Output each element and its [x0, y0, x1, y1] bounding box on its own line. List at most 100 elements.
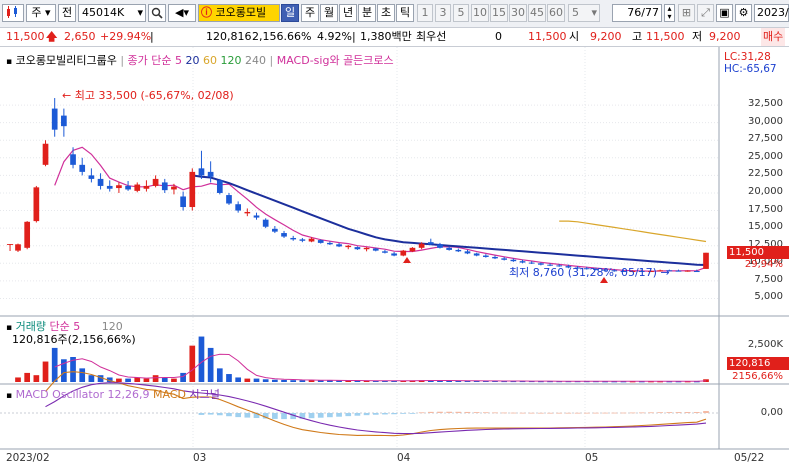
macd-oscillator-bar	[528, 412, 535, 414]
price-change: 2,650	[64, 30, 96, 43]
volume-bar	[253, 378, 260, 382]
market-mode-button[interactable]: 전	[58, 4, 76, 22]
legend-separator: |	[269, 54, 274, 67]
macd-oscillator-bar	[207, 413, 214, 415]
price-y-tick: 7,500	[754, 273, 783, 285]
legend-separator: |	[120, 54, 125, 67]
macd-oscillator-bar	[455, 411, 462, 413]
date-label: 03	[193, 452, 207, 464]
search-icon[interactable]	[148, 4, 166, 22]
ma-legend-label: 종가 단순	[127, 54, 172, 67]
compare-chart-icon[interactable]: ⤢	[697, 4, 714, 22]
interval-5-button[interactable]: 5	[453, 4, 469, 22]
price-y-tick: 32,500	[748, 98, 783, 110]
candle-body	[446, 247, 452, 250]
candle-body	[363, 247, 370, 250]
page-stepper[interactable]: ▴ ▾	[664, 4, 675, 22]
separator: |	[352, 30, 356, 43]
period-second-button[interactable]: 초	[377, 4, 395, 22]
volume-bar	[42, 361, 49, 382]
candle-body	[675, 270, 682, 272]
period-daily-button[interactable]: 일	[281, 4, 299, 22]
gear-icon[interactable]: ⚙	[735, 4, 752, 22]
interval-1-button[interactable]: 1	[417, 4, 433, 22]
macd-oscillator-bar	[345, 413, 352, 417]
price-y-tick: 27,500	[748, 133, 783, 145]
candle-body	[409, 247, 416, 252]
period-minute-button[interactable]: 분	[358, 4, 376, 22]
candle-body	[51, 108, 58, 130]
volume-bar	[134, 377, 141, 382]
candle-body	[400, 250, 407, 256]
volume-bar	[161, 377, 168, 382]
candle-body	[272, 228, 278, 232]
date-label: 05	[585, 452, 599, 464]
lc-label: LC:31,28	[724, 51, 771, 63]
max-price-text: 최고 33,500 (-65,67%, 02/08)	[74, 89, 234, 102]
stock-name-field[interactable]: ⓘ 코오롱모빌	[198, 4, 280, 22]
interval-3-button[interactable]: 3	[435, 4, 451, 22]
page-counter[interactable]: 76/77	[612, 4, 662, 22]
date-input[interactable]: 2023/	[754, 4, 789, 22]
volume-annotation: 120,816주(2,156,66%)	[12, 333, 136, 346]
candle-body	[143, 185, 150, 189]
interval-10-button[interactable]: 10	[471, 4, 489, 22]
current-pct-label: 29,94%	[744, 259, 783, 270]
candle-body	[161, 182, 168, 191]
macd-oscillator-bar	[317, 413, 324, 418]
open-value: 9,200	[590, 30, 622, 43]
min-price-annotation: 최저 8,760 (31,28%, 05/17) →	[509, 266, 670, 279]
candle-body	[455, 249, 462, 252]
volume-bar	[281, 379, 287, 382]
expand-icon[interactable]: ▪	[6, 391, 12, 401]
macd-oscillator-bar	[327, 413, 333, 418]
macd-oscillator-bar	[583, 412, 590, 414]
price-chart[interactable]	[0, 47, 789, 469]
candle-body	[372, 248, 379, 251]
period-count-input[interactable]: 5 ▾	[568, 4, 600, 22]
macd-panel-legend: ▪ MACD Oscillator 12,26,9 MACD 시그널	[6, 386, 220, 402]
macd-oscillator-bar	[372, 413, 379, 415]
period-weekly-button[interactable]: 주	[301, 4, 319, 22]
macd-oscillator-bar	[409, 413, 416, 414]
interval-60-button[interactable]: 60	[547, 4, 565, 22]
chart-type-icon[interactable]	[2, 4, 24, 22]
ma20-legend: 20	[185, 54, 200, 67]
low-label: 저	[692, 30, 703, 43]
candle-body	[79, 164, 86, 172]
candle-body	[427, 242, 434, 245]
price-y-tick: 15,000	[748, 221, 783, 233]
period-yearly-button[interactable]: 년	[339, 4, 357, 22]
stock-title: 코오롱모빌리티그룹우	[15, 54, 117, 67]
expand-icon[interactable]: ▪	[6, 57, 12, 67]
candle-body	[281, 233, 287, 237]
volume-bar	[226, 374, 232, 382]
volume-bar	[216, 368, 223, 382]
market-select[interactable]: 주 ▾	[26, 4, 56, 22]
macd-oscillator-bar	[547, 412, 553, 414]
t-marker: T	[7, 243, 14, 254]
macd-oscillator-bar	[556, 412, 563, 414]
arrow-up-icon: 🡅	[46, 30, 58, 43]
period-monthly-button[interactable]: 월	[320, 4, 338, 22]
save-icon[interactable]: ▣	[716, 4, 733, 22]
candle-body	[262, 219, 269, 227]
ma60-legend: 60	[203, 54, 218, 67]
macd-oscillator-bar	[482, 412, 489, 414]
interval-30-button[interactable]: 30	[509, 4, 527, 22]
grid-icon[interactable]: ⊞	[678, 4, 695, 22]
stock-code-input[interactable]: 45014K ▾	[78, 4, 146, 22]
candle-body	[492, 256, 498, 259]
period-tick-button[interactable]: 틱	[396, 4, 414, 22]
candle-body	[70, 154, 76, 165]
macd-oscillator-bar	[226, 413, 232, 417]
interval-15-button[interactable]: 15	[490, 4, 508, 22]
buy-side-badge[interactable]: 매수	[761, 28, 786, 46]
macd-oscillator-bar	[198, 413, 205, 415]
macd-oscillator-bar	[538, 412, 544, 414]
speaker-icon[interactable]: ◀▾	[168, 4, 196, 22]
macd-oscillator-bar	[427, 411, 434, 413]
macd-oscillator-bar	[308, 413, 315, 419]
price-y-tick: 22,500	[748, 168, 783, 180]
interval-45-button[interactable]: 45	[528, 4, 546, 22]
